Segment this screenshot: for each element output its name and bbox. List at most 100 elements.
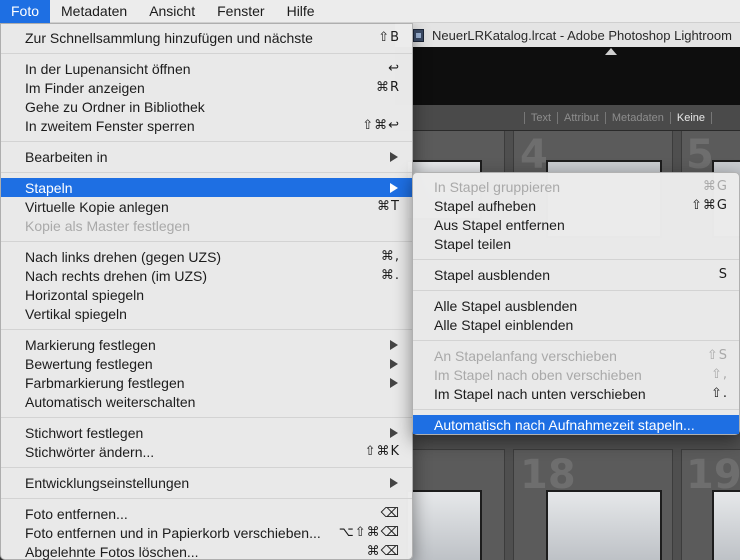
library-filter-bar: Text Attribut Metadaten Keine [395,105,740,131]
menu-item-label: Abgelehnte Fotos löschen... [25,543,199,560]
filter-keine[interactable]: Keine [677,112,705,124]
menu-item-aus-stapel-entfernen[interactable]: Aus Stapel entfernen [413,215,739,234]
grid-cell[interactable]: 19 [681,449,740,560]
menu-item-foto-entfernen[interactable]: Foto entfernen... ⌫ [1,504,412,523]
menu-foto[interactable]: Foto [0,0,51,23]
menu-item-farbmarkierung-festlegen[interactable]: Farbmarkierung festlegen [1,373,412,392]
menu-item-label: Stichwörter ändern... [25,443,155,460]
panel-collapse-triangle-icon[interactable] [605,48,617,55]
menu-item-an-stapelanfang-verschieben: An Stapelanfang verschieben ⇧S [413,346,739,365]
menu-item-stichwort-festlegen[interactable]: Stichwort festlegen [1,423,412,442]
menu-item-label: Zur Schnellsammlung hinzufügen und nächs… [25,29,313,46]
menu-item-vertikal-spiegeln[interactable]: Vertikal spiegeln [1,304,412,323]
menu-item-shortcut: ⇧⌘↩ [362,118,400,133]
menu-item-nach-rechts-drehen-im-uzs[interactable]: Nach rechts drehen (im UZS) ⌘. [1,266,412,285]
filter-text[interactable]: Text [531,112,551,124]
filter-separator [523,111,525,124]
submenu-arrow-icon [390,358,398,369]
menu-separator [1,492,412,504]
menu-item-shortcut: ⇧. [710,386,728,401]
menu-item-entwicklungseinstellungen[interactable]: Entwicklungseinstellungen [1,473,412,492]
menu-item-shortcut: ⌘G [702,179,728,194]
submenu-arrow-icon [390,151,398,162]
menu-item-label: Farbmarkierung festlegen [25,374,185,391]
menu-separator [1,166,412,178]
menu-item-alle-stapel-einblenden[interactable]: Alle Stapel einblenden [413,315,739,334]
menu-separator [1,235,412,247]
photo-thumbnail[interactable] [406,490,482,560]
menu-item-label: Virtuelle Kopie anlegen [25,198,169,215]
menu-item-label: Alle Stapel einblenden [434,316,574,333]
menu-item-label: Automatisch weiterschalten [25,393,196,410]
filter-separator [711,111,712,124]
window-title: NeuerLRKatalog.lrcat - Adobe Photoshop L… [432,27,732,43]
filter-separator [669,111,671,124]
menu-item-stapeln[interactable]: Stapeln [1,178,412,197]
menu-item-shortcut: ⌘⌫ [366,544,400,559]
filter-attribut[interactable]: Attribut [564,112,599,124]
menu-item-label: An Stapelanfang verschieben [434,347,617,364]
menu-separator [1,411,412,423]
menu-item-label: Vertikal spiegeln [25,305,127,322]
menu-item-stapel-teilen[interactable]: Stapel teilen [413,234,739,253]
catalog-file-icon [413,28,424,42]
menu-item-label: Stapel ausblenden [434,266,550,283]
stapeln-submenu: In Stapel gruppieren ⌘G Stapel aufheben ⇧⌘G… [412,172,740,435]
menu-item-im-stapel-nach-unten-verschieben[interactable]: Im Stapel nach unten verschieben ⇧. [413,384,739,403]
menu-item-label: Im Stapel nach oben verschieben [434,366,642,383]
menu-ansicht[interactable]: Ansicht [138,0,206,23]
menu-item-in-der-lupenansicht-oeffnen[interactable]: In der Lupenansicht öffnen ↩ [1,59,412,78]
submenu-arrow-icon [390,477,398,488]
menu-item-label: Bearbeiten in [25,148,108,165]
menu-item-bewertung-festlegen[interactable]: Bewertung festlegen [1,354,412,373]
menu-item-automatisch-nach-aufnahmezeit-stapeln[interactable]: Automatisch nach Aufnahmezeit stapeln... [413,415,739,434]
menu-item-label: Foto entfernen... [25,505,128,522]
menu-item-stapel-aufheben[interactable]: Stapel aufheben ⇧⌘G [413,196,739,215]
menu-item-alle-stapel-ausblenden[interactable]: Alle Stapel ausblenden [413,296,739,315]
menu-item-label: Stichwort festlegen [25,424,144,441]
menu-metadaten[interactable]: Metadaten [50,0,138,23]
menu-item-label: Stapel aufheben [434,197,536,214]
menu-separator [1,47,412,59]
menu-item-label: Entwicklungseinstellungen [25,474,190,491]
menu-hilfe[interactable]: Hilfe [276,0,326,23]
grid-cell[interactable]: 18 [513,449,673,560]
menu-separator [413,284,739,296]
menu-item-shortcut: S [718,267,728,282]
photo-thumbnail[interactable] [712,490,740,560]
menu-item-virtuelle-kopie-anlegen[interactable]: Virtuelle Kopie anlegen ⌘T [1,197,412,216]
menu-item-horizontal-spiegeln[interactable]: Horizontal spiegeln [1,285,412,304]
menu-bar: Foto Metadaten Ansicht Fenster Hilfe [0,0,740,23]
menu-item-shortcut: ⌫ [380,506,400,521]
menu-fenster[interactable]: Fenster [206,0,275,23]
menu-item-gehe-zu-ordner-in-bibliothek[interactable]: Gehe zu Ordner in Bibliothek [1,97,412,116]
menu-item-label: In Stapel gruppieren [434,178,561,195]
menu-item-nach-links-drehen-gegen-uzs[interactable]: Nach links drehen (gegen UZS) ⌘, [1,247,412,266]
menu-separator [413,253,739,265]
menu-item-abgelehnte-fotos-loeschen[interactable]: Abgelehnte Fotos löschen... ⌘⌫ [1,542,412,560]
menu-item-stichwoerter-aendern[interactable]: Stichwörter ändern... ⇧⌘K [1,442,412,461]
menu-item-label: Alle Stapel ausblenden [434,297,578,314]
menu-item-markierung-festlegen[interactable]: Markierung festlegen [1,335,412,354]
menu-item-in-stapel-gruppieren: In Stapel gruppieren ⌘G [413,177,739,196]
menu-item-label: Nach rechts drehen (im UZS) [25,267,208,284]
menu-item-stapel-ausblenden[interactable]: Stapel ausblenden S [413,265,739,284]
menu-item-shortcut: ⌘. [380,268,400,283]
menu-item-in-zweitem-fenster-sperren[interactable]: In zweitem Fenster sperren ⇧⌘↩ [1,116,412,135]
menu-item-shortcut: ⇧, [710,367,728,382]
menu-item-label: Horizontal spiegeln [25,286,145,303]
photo-thumbnail[interactable] [546,490,662,560]
submenu-arrow-icon [390,377,398,388]
menu-item-im-finder-anzeigen[interactable]: Im Finder anzeigen ⌘R [1,78,412,97]
identity-plate-area [395,47,740,105]
menu-item-bearbeiten-in[interactable]: Bearbeiten in [1,147,412,166]
menu-item-automatisch-weiterschalten[interactable]: Automatisch weiterschalten [1,392,412,411]
filter-metadaten[interactable]: Metadaten [612,112,664,124]
menu-item-shortcut: ⇧⌘G [691,198,728,213]
menu-item-label: Stapel teilen [434,235,512,252]
menu-item-foto-entfernen-und-in-papierkorb-verschi[interactable]: Foto entfernen und in Papierkorb verschi… [1,523,412,542]
menu-item-zur-schnellsammlung-hinzufuegen-und-naec[interactable]: Zur Schnellsammlung hinzufügen und nächs… [1,28,412,47]
menu-item-label: Nach links drehen (gegen UZS) [25,248,222,265]
foto-menu: Zur Schnellsammlung hinzufügen und nächs… [0,23,413,560]
menu-item-shortcut: ↩ [388,61,400,76]
